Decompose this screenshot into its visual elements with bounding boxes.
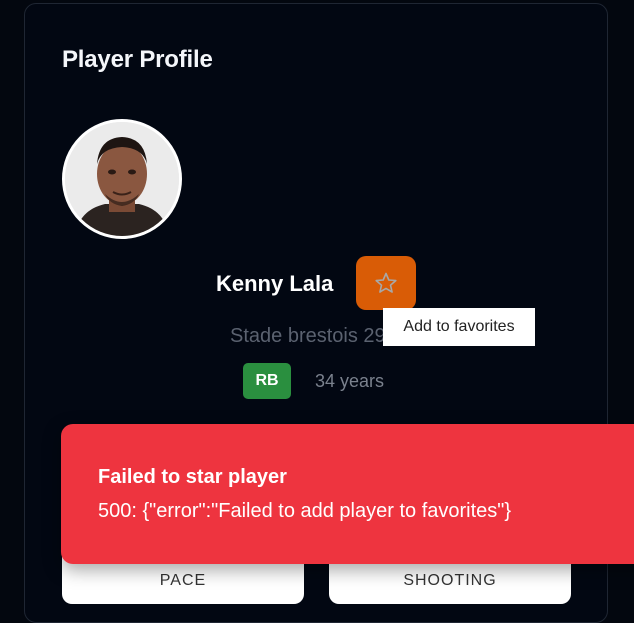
name-row: Kenny Lala [25, 255, 609, 311]
favorite-star-button[interactable] [356, 256, 416, 310]
error-toast[interactable]: Failed to star player 500: {"error":"Fai… [61, 424, 634, 564]
position-badge: RB [243, 363, 291, 399]
star-icon [375, 272, 397, 293]
toast-message: 500: {"error":"Failed to add player to f… [98, 500, 512, 522]
favorite-tooltip: Add to favorites [383, 308, 535, 346]
stat-tab-label: SHOOTING [403, 572, 497, 589]
player-name: Kenny Lala [216, 271, 334, 296]
page-title: Player Profile [62, 46, 213, 73]
club-name: Stade brestois 29 [230, 325, 386, 347]
avatar [62, 119, 182, 239]
player-age: 34 years [315, 371, 385, 391]
toast-title: Failed to star player [98, 466, 287, 488]
stat-tab-label: PACE [159, 572, 207, 589]
